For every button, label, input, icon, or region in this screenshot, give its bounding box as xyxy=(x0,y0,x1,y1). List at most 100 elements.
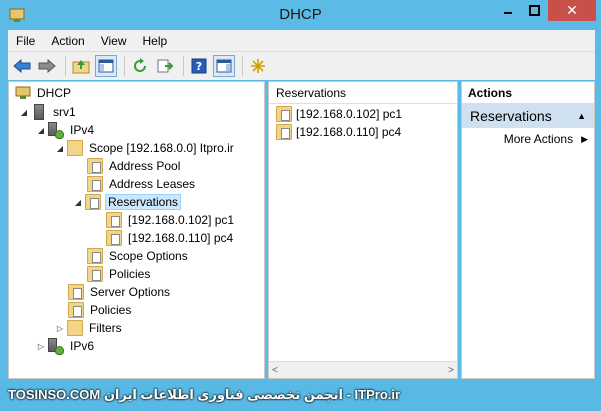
toolbar: ? xyxy=(8,51,595,80)
policies-icon xyxy=(68,302,84,318)
maximize-icon xyxy=(529,5,540,16)
up-one-level-button[interactable] xyxy=(70,55,92,77)
star-button[interactable] xyxy=(247,55,269,77)
tree-node-reservations[interactable]: ◢ Reservations xyxy=(73,193,182,211)
tree-label-ipv6: IPv6 xyxy=(70,339,95,353)
tree-node-dhcp[interactable]: DHCP xyxy=(13,84,73,102)
forward-arrow-icon xyxy=(38,59,56,73)
show-hide-console-tree-icon xyxy=(98,59,114,73)
actions-group-reservations[interactable]: Reservations ▲ xyxy=(462,104,594,128)
show-hide-action-pane-button[interactable] xyxy=(213,55,235,77)
maximize-button[interactable] xyxy=(521,0,548,21)
reservation-icon xyxy=(276,106,292,122)
toolbar-separator xyxy=(242,56,243,76)
scroll-left-icon[interactable]: < xyxy=(272,365,278,376)
tree-node-filters[interactable]: ▷ Filters xyxy=(55,319,124,337)
tree-label-dhcp: DHCP xyxy=(37,86,72,100)
collapse-triangle-icon[interactable]: ▲ xyxy=(577,111,586,121)
watermark-text: TOSINSO.COM انجمن تخصصی فناوری اطلاعات ا… xyxy=(0,379,601,411)
filter-icon xyxy=(67,320,83,336)
server-icon xyxy=(34,104,44,120)
tree-node-address-pool[interactable]: Address Pool xyxy=(85,157,182,175)
back-arrow-icon xyxy=(13,59,31,73)
scope-folder-icon xyxy=(67,140,83,156)
collapse-arrow-icon[interactable]: ◢ xyxy=(73,198,83,207)
menu-action[interactable]: Action xyxy=(43,34,92,48)
expand-arrow-icon[interactable]: ▷ xyxy=(36,342,46,351)
reservations-list-pane[interactable]: Reservations [192.168.0.102] pc1 [192.16… xyxy=(268,81,458,379)
tree-node-reservation-pc1[interactable]: [192.168.0.102] pc1 xyxy=(104,211,236,229)
more-actions-item[interactable]: More Actions ▶ xyxy=(462,128,594,150)
toolbar-separator xyxy=(65,56,66,76)
dhcp-root-icon xyxy=(15,86,31,99)
scroll-right-icon[interactable]: > xyxy=(448,365,454,376)
collapse-arrow-icon[interactable]: ◢ xyxy=(55,144,65,153)
tree-label-server-options: Server Options xyxy=(90,285,171,299)
tree-label-reservation-pc4: [192.168.0.110] pc4 xyxy=(128,231,234,245)
menu-bar: File Action View Help xyxy=(8,30,595,51)
tree-node-ipv6[interactable]: ▷ IPv6 xyxy=(36,337,96,355)
tree-node-server-options[interactable]: Server Options xyxy=(66,283,172,301)
reservation-icon xyxy=(106,230,122,246)
show-hide-action-pane-icon xyxy=(216,59,232,73)
tree-label-server: srv1 xyxy=(53,105,76,119)
tree-label-scope-options: Scope Options xyxy=(109,249,188,263)
actions-pane: Actions Reservations ▲ More Actions ▶ xyxy=(461,81,595,379)
reservations-folder-icon xyxy=(85,194,101,210)
tree-node-server[interactable]: ◢ srv1 xyxy=(19,103,78,121)
forward-button[interactable] xyxy=(36,55,58,77)
minimize-button[interactable] xyxy=(494,0,521,21)
tree-label-reservations: Reservations xyxy=(105,194,182,210)
tree-label-reservation-pc1: [192.168.0.102] pc1 xyxy=(128,213,235,227)
horizontal-scrollbar[interactable]: < > xyxy=(269,361,457,378)
close-button[interactable]: ✕ xyxy=(548,0,596,21)
reservation-icon xyxy=(276,124,292,140)
svg-text:?: ? xyxy=(196,60,202,73)
toolbar-separator xyxy=(124,56,125,76)
ipv6-icon xyxy=(48,338,64,355)
list-item[interactable]: [192.168.0.110] pc4 xyxy=(274,123,401,141)
tree-node-address-leases[interactable]: Address Leases xyxy=(85,175,197,193)
collapse-arrow-icon[interactable]: ◢ xyxy=(36,126,46,135)
menu-file[interactable]: File xyxy=(8,34,43,48)
refresh-button[interactable] xyxy=(129,55,151,77)
help-icon: ? xyxy=(191,58,207,74)
tree-node-ipv4[interactable]: ◢ IPv4 xyxy=(36,121,96,139)
refresh-icon xyxy=(134,58,146,72)
show-hide-console-tree-button[interactable] xyxy=(95,55,117,77)
ipv4-icon xyxy=(48,122,64,139)
dhcp-window: DHCP ✕ File Action View Help ? DHCP ◢ sr… xyxy=(0,0,601,411)
close-icon: ✕ xyxy=(566,2,578,18)
policies-icon xyxy=(87,266,103,282)
reservation-icon xyxy=(106,212,122,228)
tree-label-address-leases: Address Leases xyxy=(109,177,196,191)
tree-label-address-pool: Address Pool xyxy=(109,159,181,173)
collapse-arrow-icon[interactable]: ◢ xyxy=(19,108,29,117)
submenu-arrow-icon: ▶ xyxy=(581,133,588,144)
menu-view[interactable]: View xyxy=(93,34,135,48)
list-item[interactable]: [192.168.0.102] pc1 xyxy=(274,105,402,123)
tree-node-reservation-pc4[interactable]: [192.168.0.110] pc4 xyxy=(104,229,235,247)
title-bar[interactable]: DHCP ✕ xyxy=(0,0,601,30)
list-item-label: [192.168.0.110] pc4 xyxy=(296,125,402,139)
help-button[interactable]: ? xyxy=(188,55,210,77)
toolbar-separator xyxy=(183,56,184,76)
tree-label-policies: Policies xyxy=(90,303,132,317)
tree-node-scope[interactable]: ◢ Scope [192.168.0.0] Itpro.ir xyxy=(55,139,236,157)
console-tree[interactable]: DHCP ◢ srv1 ◢ IPv4 ◢ Scope [192.168.0.0]… xyxy=(8,81,265,379)
address-pool-icon xyxy=(87,158,103,174)
server-options-icon xyxy=(68,284,84,300)
back-button[interactable] xyxy=(11,55,33,77)
tree-label-scope-policies: Policies xyxy=(109,267,151,281)
tree-node-policies[interactable]: Policies xyxy=(66,301,133,319)
expand-arrow-icon[interactable]: ▷ xyxy=(55,324,65,333)
up-folder-icon xyxy=(72,60,90,74)
actions-header: Actions xyxy=(462,82,594,104)
menu-help[interactable]: Help xyxy=(135,34,176,48)
export-list-button[interactable] xyxy=(154,55,176,77)
star-icon xyxy=(251,59,265,73)
tree-node-scope-policies[interactable]: Policies xyxy=(85,265,152,283)
actions-group-label: Reservations xyxy=(470,108,552,124)
list-header[interactable]: Reservations xyxy=(269,82,457,104)
tree-node-scope-options[interactable]: Scope Options xyxy=(85,247,190,265)
